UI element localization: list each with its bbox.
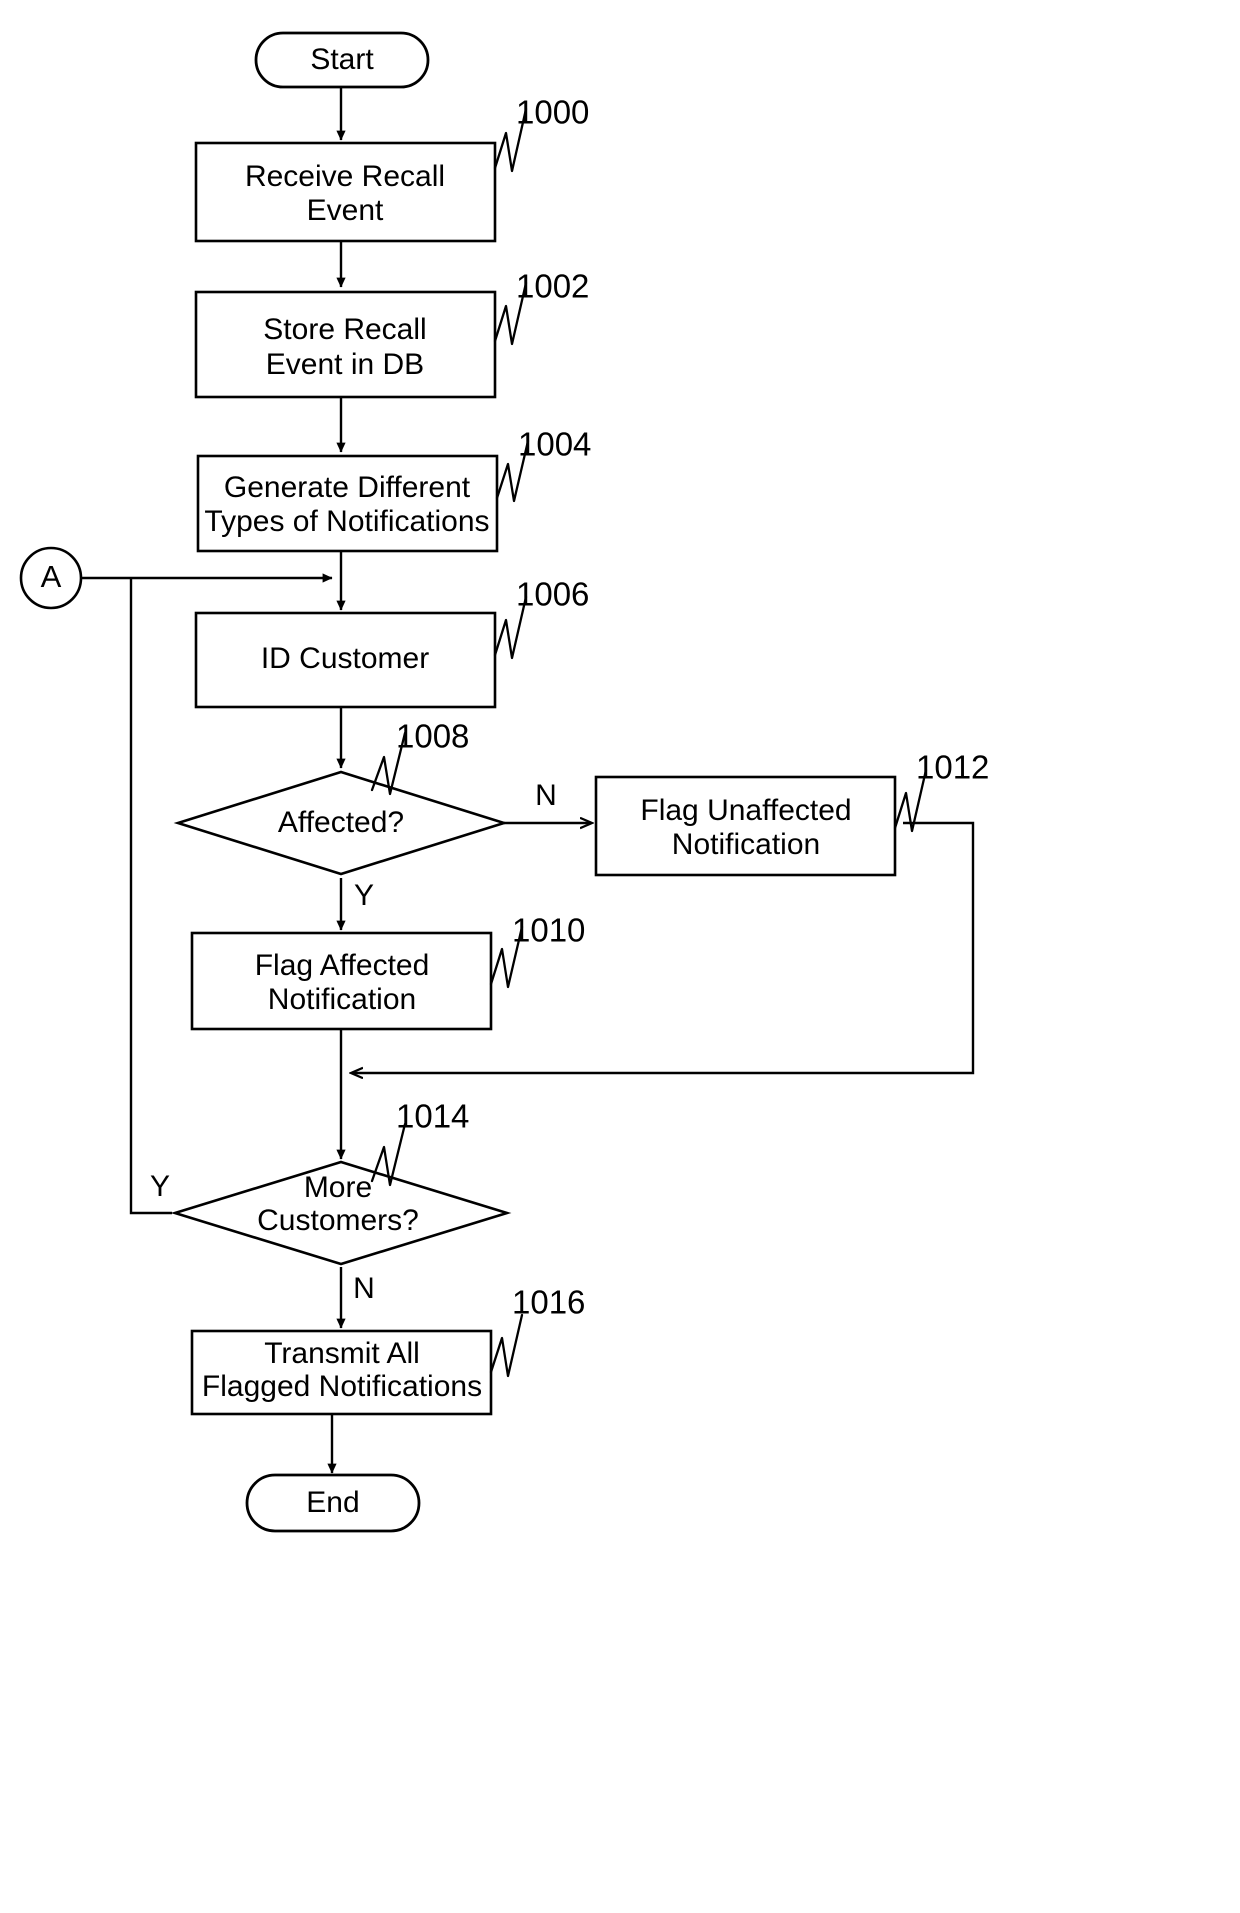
node-id-customer: ID Customer 1006	[194, 576, 589, 709]
node-store-recall-event: Store Recall Event in DB 1002	[194, 268, 589, 399]
flowchart-canvas: Start Receive Recall Event 1000 Store Re…	[19, 31, 989, 1533]
more-customers-label-line1: More	[304, 1171, 372, 1204]
node-flag-affected: Flag Affected Notification 1010	[190, 912, 585, 1031]
ref-1010-label: 1010	[512, 912, 585, 949]
flag-affected-label-line1: Flag Affected	[255, 949, 430, 982]
generate-notifications-label-line2: Types of Notifications	[204, 505, 489, 538]
connector-a-label: A	[41, 559, 62, 594]
node-receive-recall-event: Receive Recall Event 1000	[194, 94, 589, 243]
ref-1016-label: 1016	[512, 1284, 585, 1321]
ref-1002-label: 1002	[516, 268, 589, 305]
store-recall-event-label-line1: Store Recall	[263, 313, 426, 346]
node-transmit-notifications: Transmit All Flagged Notifications 1016	[190, 1284, 585, 1416]
receive-recall-event-label-line2: Event	[307, 194, 384, 227]
transmit-notifications-label-line2: Flagged Notifications	[202, 1370, 482, 1403]
ref-1016-lead-line	[489, 1313, 524, 1378]
ref-1006-label: 1006	[516, 576, 589, 613]
id-customer-label-line1: ID Customer	[261, 642, 429, 675]
end-label: End	[306, 1486, 359, 1519]
store-recall-event-label-line2: Event in DB	[266, 348, 424, 381]
ref-1012-label: 1012	[916, 749, 989, 786]
more-customers-label-line2: Customers?	[257, 1204, 419, 1237]
transmit-notifications-label-line1: Transmit All	[264, 1337, 420, 1370]
node-start: Start	[254, 31, 430, 89]
start-label: Start	[310, 43, 374, 76]
node-affected-decision: Affected? 1008 N Y	[173, 718, 557, 912]
flowchart-figure: Start Receive Recall Event 1000 Store Re…	[0, 0, 1240, 1913]
receive-recall-event-label-line1: Receive Recall	[245, 160, 445, 193]
flag-unaffected-label-line1: Flag Unaffected	[640, 794, 851, 827]
affected-yes-branch-label: Y	[354, 879, 374, 912]
ref-1014-label: 1014	[396, 1098, 469, 1135]
ref-1008-label: 1008	[396, 718, 469, 755]
affected-decision-label: Affected?	[278, 806, 404, 839]
node-end: End	[245, 1473, 421, 1533]
ref-1000-label: 1000	[516, 94, 589, 131]
node-flag-unaffected: Flag Unaffected Notification 1012	[594, 749, 989, 877]
flag-unaffected-label-line2: Notification	[672, 828, 820, 861]
affected-no-branch-label: N	[535, 779, 557, 812]
edge-1014-yes-to-connector-a	[129, 578, 172, 1215]
node-more-customers-decision: More Customers? 1014 Y N	[150, 1098, 512, 1305]
node-generate-notifications: Generate Different Types of Notification…	[196, 426, 591, 553]
flag-affected-label-line2: Notification	[268, 983, 416, 1016]
ref-1004-label: 1004	[518, 426, 591, 463]
more-customers-yes-branch-label: Y	[150, 1170, 170, 1203]
connector-a: A	[19, 546, 83, 610]
more-customers-no-branch-label: N	[353, 1272, 375, 1305]
generate-notifications-label-line1: Generate Different	[224, 471, 471, 504]
